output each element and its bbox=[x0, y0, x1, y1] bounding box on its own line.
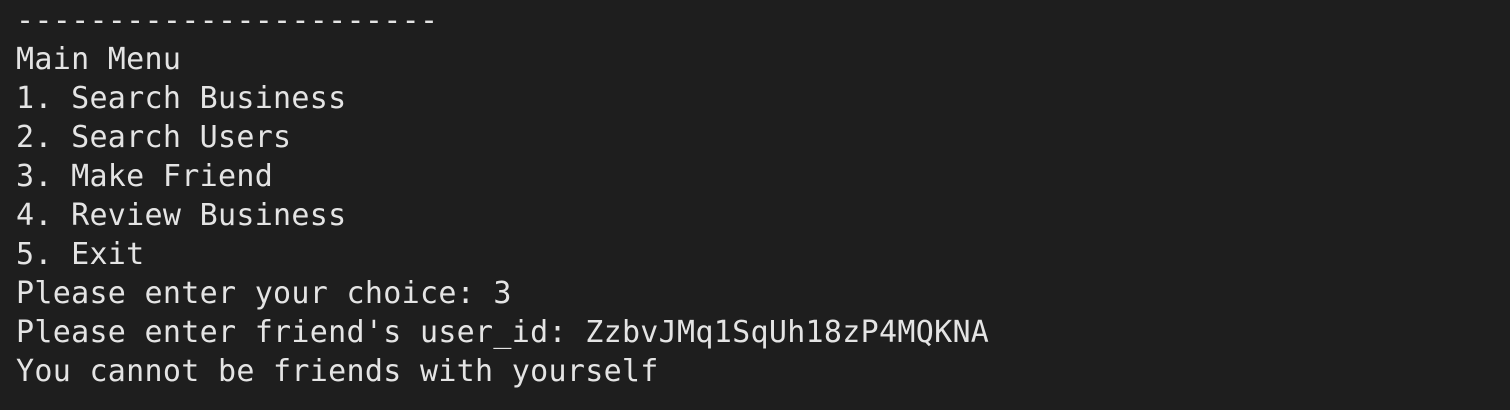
choice-prompt: Please enter your choice: bbox=[16, 276, 494, 311]
choice-line: Please enter your choice: 3 bbox=[16, 274, 1510, 313]
terminal-window[interactable]: ----------------------- Main Menu 1. Sea… bbox=[0, 0, 1510, 410]
menu-item-make-friend: 3. Make Friend bbox=[16, 159, 274, 194]
menu-item-search-business: 1. Search Business bbox=[16, 81, 347, 116]
error-message: You cannot be friends with yourself bbox=[16, 354, 659, 389]
menu-title: Main Menu bbox=[16, 42, 182, 77]
menu-item-exit: 5. Exit bbox=[16, 237, 145, 272]
friend-id-input-value: ZzbvJMq1SqUh18zP4MQKNA bbox=[585, 315, 990, 350]
separator-line: ----------------------- bbox=[16, 3, 439, 38]
menu-item-review-business: 4. Review Business bbox=[16, 198, 347, 233]
friend-id-line: Please enter friend's user_id: ZzbvJMq1S… bbox=[16, 313, 1510, 352]
choice-input-value: 3 bbox=[493, 276, 512, 311]
menu-item-search-users: 2. Search Users bbox=[16, 120, 292, 155]
friend-id-prompt: Please enter friend's user_id: bbox=[16, 315, 586, 350]
